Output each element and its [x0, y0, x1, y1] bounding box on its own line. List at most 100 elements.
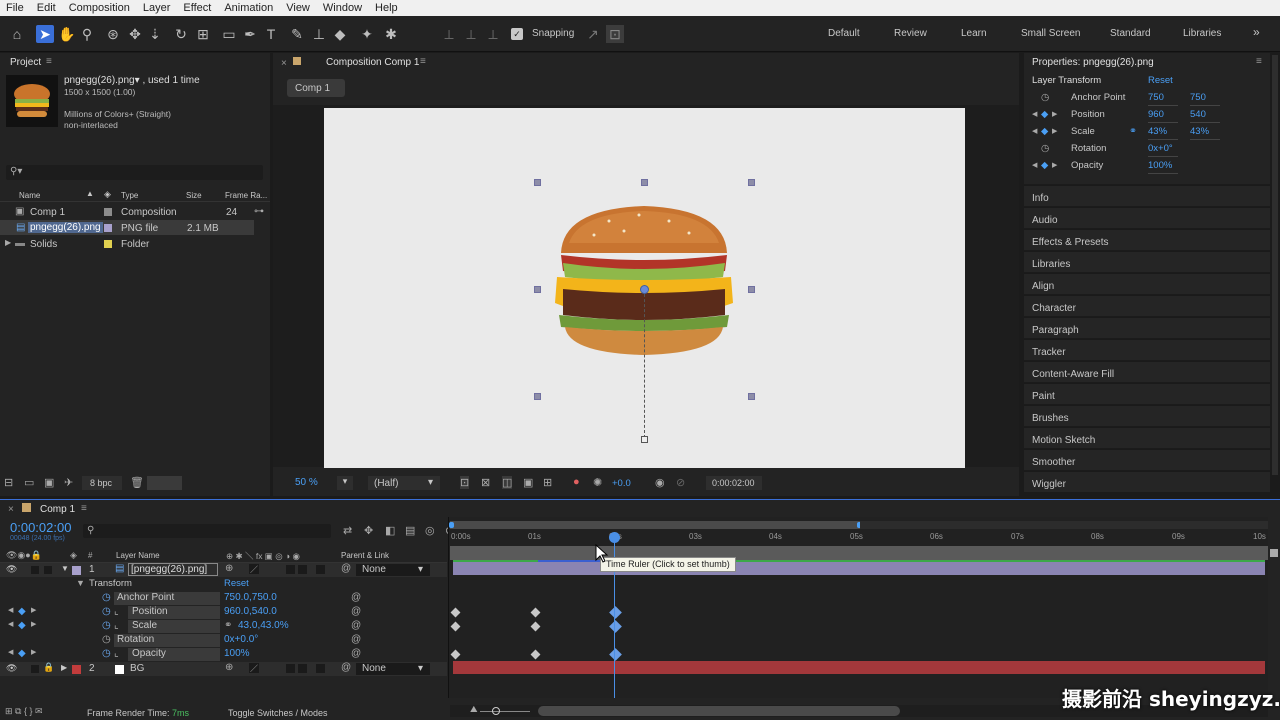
- column-frame-rate[interactable]: Frame Ra...: [225, 191, 267, 200]
- motion-blur-switch[interactable]: [286, 664, 295, 673]
- next-keyframe-icon[interactable]: ▶: [1052, 108, 1057, 122]
- zoom-level[interactable]: 50 %: [295, 477, 318, 488]
- column-parent-link[interactable]: Parent & Link: [341, 551, 389, 560]
- hand-tool-icon[interactable]: ✋: [58, 25, 76, 43]
- stopwatch-icon[interactable]: ◷: [1041, 142, 1049, 156]
- prop-value-y[interactable]: 43%: [1190, 125, 1220, 140]
- zoom-dropdown[interactable]: ▾: [337, 476, 353, 490]
- constrain-proportions-icon[interactable]: ⚭: [1129, 125, 1137, 139]
- menu-file[interactable]: File: [6, 2, 24, 14]
- anchor-point-handle[interactable]: [640, 285, 649, 294]
- comp-mini-flowchart-icon[interactable]: ⇄: [343, 524, 352, 537]
- panel-wiggler[interactable]: Wiggler: [1024, 471, 1270, 492]
- pen-tool-icon[interactable]: ✒: [241, 25, 259, 43]
- new-comp-icon[interactable]: ▣: [44, 476, 54, 489]
- shy-switch-icon[interactable]: ⊕: [225, 662, 233, 673]
- transparency-grid-icon[interactable]: ⊠: [481, 476, 490, 489]
- expand-arrow-icon[interactable]: ▶: [5, 238, 11, 247]
- track-xy-camera-icon[interactable]: ✥: [126, 25, 144, 43]
- prop-value[interactable]: 0x+0.0°: [224, 634, 258, 645]
- exposure-reset-icon[interactable]: ✺: [593, 476, 602, 489]
- expression-pickwhip-icon[interactable]: @: [351, 592, 361, 603]
- workspace-default[interactable]: Default: [828, 28, 860, 39]
- panel-smoother[interactable]: Smoother: [1024, 449, 1270, 470]
- pick-whip-icon[interactable]: @: [341, 563, 351, 574]
- guides-icon[interactable]: ⊞: [543, 476, 552, 489]
- bit-depth-button[interactable]: 8 bpc: [82, 476, 122, 490]
- dolly-camera-icon[interactable]: ⇣: [146, 25, 164, 43]
- stopwatch-icon[interactable]: ◷: [102, 592, 111, 603]
- next-keyframe-icon[interactable]: ▶: [31, 620, 36, 628]
- eraser-tool-icon[interactable]: ◆: [331, 25, 349, 43]
- pan-behind-icon[interactable]: ⊞: [194, 25, 212, 43]
- prop-value-x[interactable]: 43%: [1148, 125, 1178, 140]
- brush-tool-icon[interactable]: ✎: [288, 25, 306, 43]
- zoom-slider-track[interactable]: [480, 711, 530, 712]
- project-search-input[interactable]: ⚲▾: [6, 165, 263, 180]
- layer-row[interactable]: 👁 ▼ 1 ▤ [pngegg(26).png] ⊕ ／ @ None ▾: [0, 563, 447, 577]
- expression-pickwhip-icon[interactable]: @: [351, 606, 361, 617]
- prev-keyframe-icon[interactable]: ◀: [8, 648, 13, 656]
- label-column-icon[interactable]: ◈: [70, 550, 77, 561]
- project-item-png[interactable]: ▤ pngegg(26).png PNG file 2.1 MB: [0, 220, 254, 235]
- work-area-bar[interactable]: [450, 521, 860, 529]
- panel-audio[interactable]: Audio: [1024, 207, 1270, 228]
- clone-stamp-icon[interactable]: ⊥: [310, 25, 328, 43]
- pick-whip-icon[interactable]: @: [341, 662, 351, 673]
- toggle-switches-modes-button[interactable]: Toggle Switches / Modes: [228, 708, 328, 718]
- panel-info[interactable]: Info: [1024, 185, 1270, 206]
- snap-edges-icon[interactable]: ↗: [584, 25, 602, 43]
- motion-path-keyframe[interactable]: [641, 436, 648, 443]
- layer-name[interactable]: BG: [130, 663, 144, 674]
- panel-menu-icon[interactable]: ≡: [1256, 56, 1262, 67]
- panel-menu-icon[interactable]: ≡: [46, 56, 52, 67]
- transform-handle[interactable]: [748, 393, 755, 400]
- av-features-icon[interactable]: 👁◉●🔒: [6, 550, 42, 561]
- sort-icon[interactable]: ▲: [86, 189, 94, 198]
- region-of-interest-icon[interactable]: ▣: [523, 476, 533, 489]
- zoom-tool-icon[interactable]: ⚲: [78, 25, 96, 43]
- render-queue-icon[interactable]: ✈: [64, 476, 73, 489]
- motion-blur-switch[interactable]: [286, 565, 295, 574]
- menu-view[interactable]: View: [286, 2, 310, 14]
- motion-blur-icon[interactable]: ◎: [425, 524, 435, 537]
- draft-3d-icon[interactable]: ✥: [364, 524, 373, 537]
- lock-icon[interactable]: 🔒: [43, 662, 54, 673]
- keyframe-icon[interactable]: ◆: [1041, 125, 1048, 139]
- keyframe-icon[interactable]: ◆: [18, 620, 26, 631]
- menu-layer[interactable]: Layer: [143, 2, 171, 14]
- graph-icon[interactable]: ⌞: [114, 606, 119, 617]
- rectangle-tool-icon[interactable]: ▭: [220, 25, 238, 43]
- panel-align[interactable]: Align: [1024, 273, 1270, 294]
- axis-view-icon[interactable]: ⟂: [484, 25, 502, 43]
- prop-value[interactable]: 750.0,750.0: [224, 592, 277, 603]
- menu-window[interactable]: Window: [323, 2, 362, 14]
- project-item-solids[interactable]: ▶ ▬ Solids Folder: [0, 236, 270, 251]
- transform-group-label[interactable]: Transform: [89, 578, 132, 589]
- close-tab-icon[interactable]: ×: [281, 58, 287, 69]
- prop-value[interactable]: 100%: [1148, 159, 1178, 174]
- menu-composition[interactable]: Composition: [69, 2, 130, 14]
- visibility-eye-icon[interactable]: 👁: [6, 564, 17, 575]
- stopwatch-icon[interactable]: ◷: [102, 634, 111, 645]
- interpret-footage-icon[interactable]: ⊟: [4, 476, 13, 489]
- menu-animation[interactable]: Animation: [224, 2, 273, 14]
- prop-value[interactable]: 960.0,540.0: [224, 606, 277, 617]
- label-swatch[interactable]: [104, 208, 112, 216]
- selection-tool-icon[interactable]: ➤: [36, 25, 54, 43]
- show-snapshot-icon[interactable]: ⊘: [676, 476, 685, 489]
- menu-help[interactable]: Help: [375, 2, 398, 14]
- comp-viewer[interactable]: [273, 105, 1019, 468]
- thumbnail-transparency-toggle[interactable]: [147, 476, 182, 490]
- fast-previews-icon[interactable]: ⊡: [460, 476, 470, 489]
- graph-icon[interactable]: ⌞: [114, 648, 119, 659]
- mask-visibility-icon[interactable]: ◫: [502, 476, 513, 489]
- prop-value-y[interactable]: 750: [1190, 91, 1220, 106]
- panel-tracker[interactable]: Tracker: [1024, 339, 1270, 360]
- prev-keyframe-icon[interactable]: ◀: [1032, 159, 1037, 173]
- panel-paragraph[interactable]: Paragraph: [1024, 317, 1270, 338]
- expression-pickwhip-icon[interactable]: @: [351, 634, 361, 645]
- transform-handle[interactable]: [748, 286, 755, 293]
- project-panel-title[interactable]: Project: [10, 57, 41, 68]
- prev-keyframe-icon[interactable]: ◀: [8, 620, 13, 628]
